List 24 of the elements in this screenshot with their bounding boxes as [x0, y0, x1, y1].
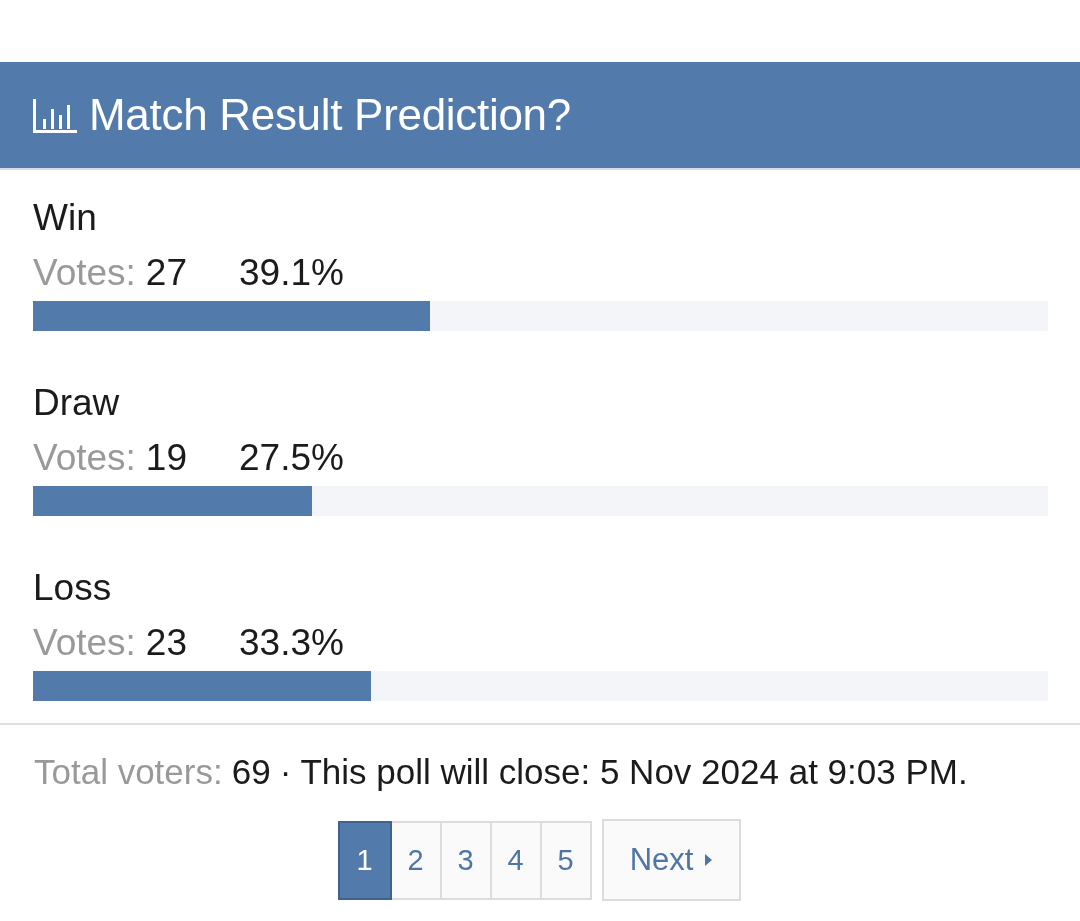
page-button[interactable]: 1: [337, 821, 392, 900]
votes-label: Votes:: [33, 621, 136, 665]
option-label: Loss: [33, 566, 113, 610]
vote-count: 27: [145, 251, 187, 295]
page-button[interactable]: 5: [539, 821, 592, 900]
option-label: Win: [33, 196, 98, 240]
poll-close-text: · This poll will close: 5 Nov 2024 at 9:03 PM.: [279, 751, 968, 793]
vote-percent: 33.3%: [239, 621, 344, 665]
next-button[interactable]: Next: [601, 819, 741, 901]
bar-chart-icon: [33, 99, 77, 133]
vote-count: 19: [145, 436, 187, 480]
total-voters-label: Total voters:: [34, 751, 223, 793]
page-button[interactable]: 2: [389, 821, 442, 900]
page-button[interactable]: 4: [489, 821, 542, 900]
vote-percent: 39.1%: [239, 251, 344, 295]
caret-right-icon: [705, 854, 713, 866]
vote-percent: 27.5%: [239, 436, 344, 480]
option-label: Draw: [33, 381, 121, 425]
vote-count: 23: [145, 621, 187, 665]
total-voters-count: 69: [231, 751, 271, 793]
votes-label: Votes:: [33, 251, 136, 295]
page-button[interactable]: 3: [439, 821, 492, 900]
votes-label: Votes:: [33, 436, 136, 480]
poll-title: Match Result Prediction?: [89, 89, 571, 141]
